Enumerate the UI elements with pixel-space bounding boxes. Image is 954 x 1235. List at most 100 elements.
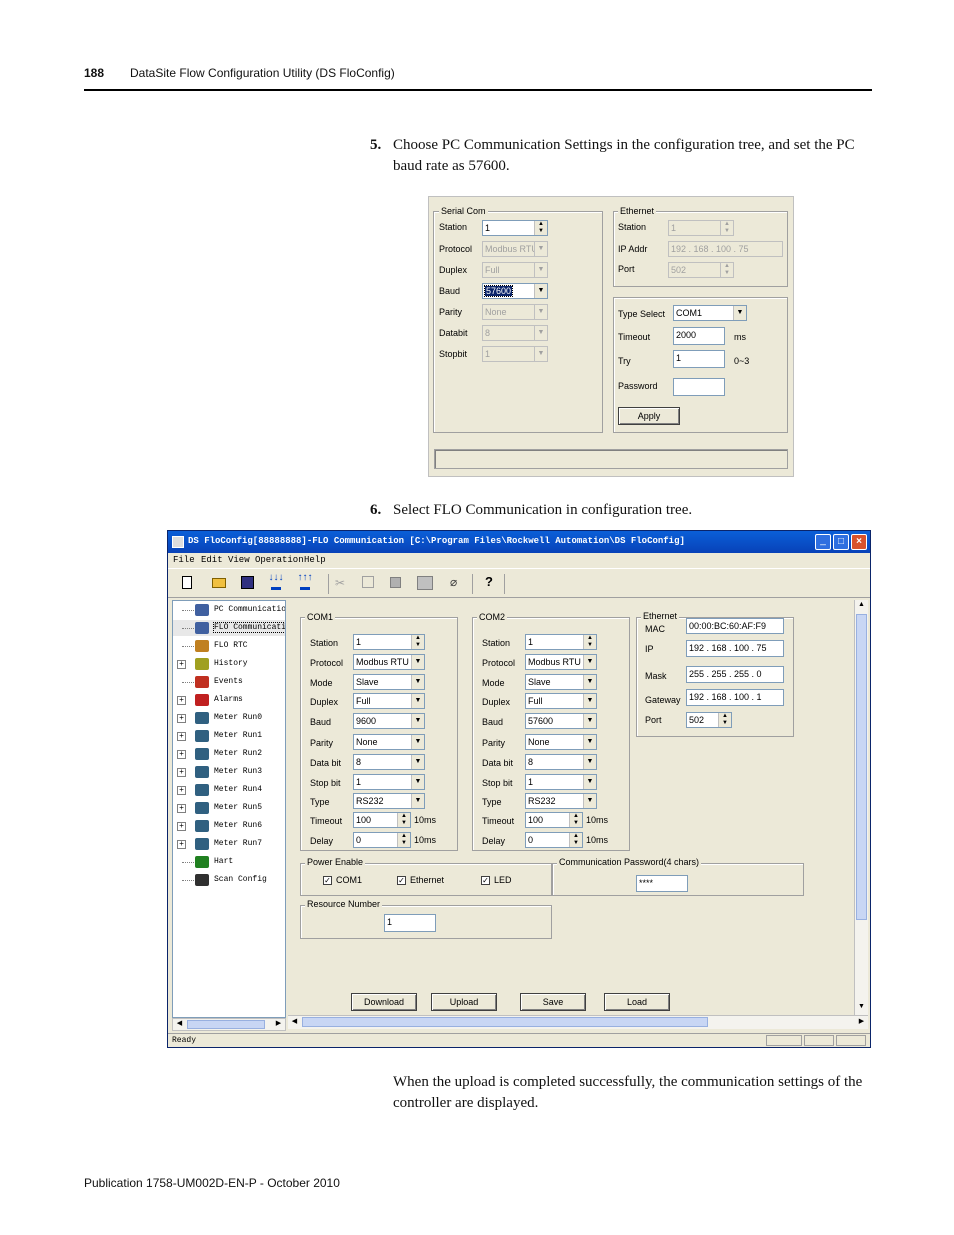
- save-button[interactable]: Save: [520, 993, 586, 1011]
- spin-icon[interactable]: ▲ ▼: [720, 221, 733, 235]
- com2-row-field[interactable]: None ▼: [525, 734, 597, 750]
- chevron-down-icon[interactable]: ▼: [411, 775, 424, 789]
- tree-item[interactable]: + Alarms: [173, 692, 285, 708]
- chevron-down-icon[interactable]: ▼: [583, 675, 596, 689]
- tree-item[interactable]: Hart: [173, 854, 285, 870]
- com2-row-field[interactable]: Modbus RTU ▼: [525, 654, 597, 670]
- chevron-down-icon[interactable]: ▼: [733, 306, 746, 320]
- upload-device-icon[interactable]: ↑↑↑ ▬: [294, 573, 316, 593]
- password-input[interactable]: [673, 378, 725, 396]
- spin-icon[interactable]: ▲ ▼: [569, 833, 582, 847]
- serial-protocol-select[interactable]: Modbus RTU ▼: [482, 241, 548, 257]
- expand-icon[interactable]: +: [177, 786, 186, 795]
- com1-row-field[interactable]: 0 ▲ ▼: [353, 832, 411, 848]
- tree-item[interactable]: + Meter Run6: [173, 818, 285, 834]
- help-icon[interactable]: ?: [485, 574, 493, 589]
- com2-row-field[interactable]: 1 ▲ ▼: [525, 634, 597, 650]
- serial-stopbit-select[interactable]: 1 ▼: [482, 346, 548, 362]
- com1-row-field[interactable]: None ▼: [353, 734, 425, 750]
- chevron-down-icon[interactable]: ▼: [411, 694, 424, 708]
- chevron-down-icon[interactable]: ▼: [534, 263, 547, 277]
- tree-item[interactable]: PC Communication: [173, 602, 285, 618]
- chevron-down-icon[interactable]: ▼: [411, 735, 424, 749]
- chevron-down-icon[interactable]: ▼: [411, 794, 424, 808]
- scroll-left-icon[interactable]: ◀: [289, 1017, 300, 1028]
- menu-view[interactable]: View: [228, 555, 250, 565]
- download-device-icon[interactable]: ↓↓↓ ▬: [265, 573, 287, 593]
- com1-row-field[interactable]: RS232 ▼: [353, 793, 425, 809]
- chevron-down-icon[interactable]: ▼: [583, 755, 596, 769]
- com1-row-field[interactable]: 9600 ▼: [353, 713, 425, 729]
- chevron-down-icon[interactable]: ▼: [583, 655, 596, 669]
- spin-icon[interactable]: ▲ ▼: [583, 635, 596, 649]
- spin-icon[interactable]: ▲ ▼: [720, 263, 733, 277]
- menu-help[interactable]: Help: [304, 555, 326, 565]
- tree-item[interactable]: + Meter Run7: [173, 836, 285, 852]
- com1-row-field[interactable]: 100 ▲ ▼: [353, 812, 411, 828]
- content-vscrollbar[interactable]: ▲ ▼: [854, 600, 868, 1015]
- scroll-right-icon[interactable]: ▶: [856, 1017, 867, 1028]
- load-button[interactable]: Load: [604, 993, 670, 1011]
- com2-row-field[interactable]: 1 ▼: [525, 774, 597, 790]
- com2-row-field[interactable]: 0 ▲ ▼: [525, 832, 583, 848]
- chevron-down-icon[interactable]: ▼: [411, 755, 424, 769]
- com1-row-field[interactable]: Full ▼: [353, 693, 425, 709]
- try-input[interactable]: 1: [673, 350, 725, 368]
- com2-row-field[interactable]: 57600 ▼: [525, 713, 597, 729]
- tree-item[interactable]: + Meter Run4: [173, 782, 285, 798]
- chevron-down-icon[interactable]: ▼: [583, 714, 596, 728]
- chevron-down-icon[interactable]: ▼: [534, 326, 547, 340]
- chevron-down-icon[interactable]: ▼: [583, 735, 596, 749]
- print-icon[interactable]: [417, 576, 433, 590]
- com2-row-field[interactable]: Full ▼: [525, 693, 597, 709]
- eth-port-input[interactable]: 502 ▲ ▼: [668, 262, 734, 278]
- com1-checkbox[interactable]: ✓: [323, 876, 332, 885]
- ip-input[interactable]: 192 . 168 . 100 . 75: [686, 640, 784, 657]
- apply-button[interactable]: Apply: [618, 407, 680, 425]
- spin-icon[interactable]: ▲ ▼: [397, 813, 410, 827]
- timeout-input[interactable]: 2000: [673, 327, 725, 345]
- com1-row-field[interactable]: 1 ▲ ▼: [353, 634, 425, 650]
- tree-item[interactable]: Events: [173, 674, 285, 690]
- expand-icon[interactable]: +: [177, 732, 186, 741]
- tree-item[interactable]: + Meter Run2: [173, 746, 285, 762]
- expand-icon[interactable]: +: [177, 822, 186, 831]
- spin-icon[interactable]: ▲ ▼: [411, 635, 424, 649]
- ethernet-checkbox[interactable]: ✓: [397, 876, 406, 885]
- port-input[interactable]: 502 ▲ ▼: [686, 712, 732, 728]
- scroll-up-icon[interactable]: ▲: [856, 601, 867, 612]
- chevron-down-icon[interactable]: ▼: [534, 284, 547, 298]
- scroll-left-icon[interactable]: ◀: [174, 1019, 185, 1030]
- scroll-right-icon[interactable]: ▶: [273, 1019, 284, 1030]
- chevron-down-icon[interactable]: ▼: [411, 714, 424, 728]
- expand-icon[interactable]: +: [177, 840, 186, 849]
- expand-icon[interactable]: +: [177, 804, 186, 813]
- expand-icon[interactable]: +: [177, 768, 186, 777]
- new-file-icon[interactable]: [182, 576, 192, 589]
- chevron-down-icon[interactable]: ▼: [583, 694, 596, 708]
- spin-icon[interactable]: ▲ ▼: [397, 833, 410, 847]
- com2-row-field[interactable]: RS232 ▼: [525, 793, 597, 809]
- close-icon[interactable]: ×: [851, 534, 867, 550]
- chevron-down-icon[interactable]: ▼: [583, 775, 596, 789]
- spin-icon[interactable]: ▲ ▼: [569, 813, 582, 827]
- com2-row-field[interactable]: 100 ▲ ▼: [525, 812, 583, 828]
- copy-icon[interactable]: [362, 576, 374, 588]
- maximize-icon[interactable]: □: [833, 534, 849, 550]
- serial-parity-select[interactable]: None ▼: [482, 304, 548, 320]
- tree-item[interactable]: + Meter Run1: [173, 728, 285, 744]
- save-disk-icon[interactable]: [241, 576, 254, 589]
- type-select[interactable]: COM1 ▼: [673, 305, 747, 321]
- com1-row-field[interactable]: Modbus RTU ▼: [353, 654, 425, 670]
- content-hscrollbar[interactable]: ◀ ▶: [288, 1015, 868, 1029]
- spin-icon[interactable]: ▲ ▼: [718, 713, 731, 727]
- led-checkbox[interactable]: ✓: [481, 876, 490, 885]
- menu-operation[interactable]: Operation: [255, 555, 304, 565]
- scroll-thumb[interactable]: [302, 1017, 708, 1027]
- menu-file[interactable]: File: [173, 555, 195, 565]
- open-folder-icon[interactable]: [212, 578, 226, 588]
- tree-hscrollbar[interactable]: ◀ ▶: [172, 1018, 286, 1031]
- serial-duplex-select[interactable]: Full ▼: [482, 262, 548, 278]
- tree-item[interactable]: FLO RTC: [173, 638, 285, 654]
- resource-number-input[interactable]: 1: [384, 914, 436, 932]
